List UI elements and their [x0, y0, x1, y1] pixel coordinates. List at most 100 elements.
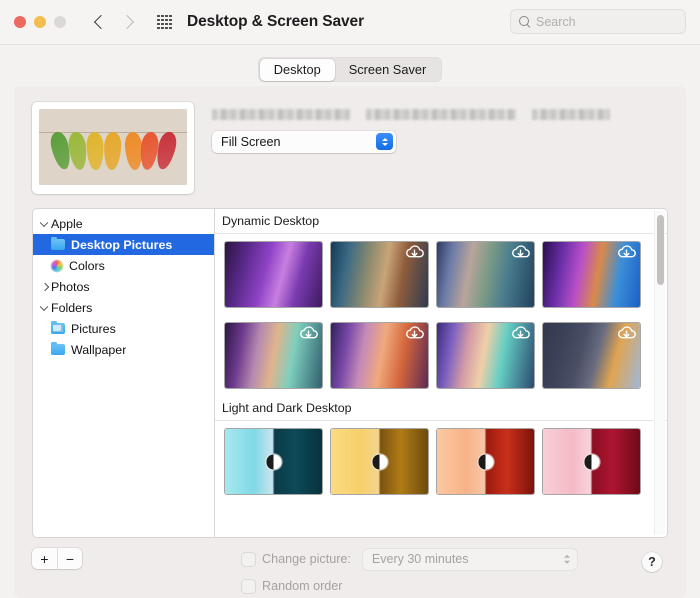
- gallery-row: [215, 421, 667, 502]
- stepper-updown-icon[interactable]: [376, 133, 393, 151]
- random-order-checkbox[interactable]: [242, 579, 255, 593]
- sidebar-item-label: Desktop Pictures: [71, 237, 173, 252]
- add-remove-folder-group: + −: [32, 548, 82, 569]
- preview-row: Fill Screen: [32, 102, 668, 194]
- stepper-updown-icon-gray: [563, 554, 570, 564]
- leaf-shape: [153, 129, 179, 171]
- wallpaper-thumbnail[interactable]: [225, 323, 322, 388]
- tab-bar: Desktop Screen Saver: [0, 45, 700, 82]
- download-cloud-icon[interactable]: [510, 244, 531, 261]
- light-dark-badge-icon: [266, 454, 281, 469]
- fill-mode-popup[interactable]: Fill Screen: [212, 131, 396, 153]
- gallery-content: Dynamic Desktop Light and Dark Desktop: [215, 209, 667, 537]
- download-cloud-icon[interactable]: [404, 244, 425, 261]
- download-cloud-icon: [618, 245, 636, 258]
- wallpaper-thumbnail[interactable]: [331, 429, 428, 494]
- wallpaper-thumbnail[interactable]: [437, 429, 534, 494]
- wallpaper-thumbnail[interactable]: [331, 242, 428, 307]
- redacted-text-block: [532, 108, 610, 120]
- download-cloud-icon[interactable]: [616, 244, 637, 261]
- download-cloud-icon: [512, 245, 530, 258]
- leaf-shape: [67, 130, 89, 171]
- wallpaper-thumbnail[interactable]: [543, 242, 640, 307]
- folder-icon: [51, 341, 65, 355]
- download-cloud-icon[interactable]: [298, 325, 319, 342]
- redacted-picture-name: [212, 108, 668, 120]
- search-input[interactable]: [536, 14, 677, 29]
- gallery-row: [215, 234, 667, 315]
- search-field[interactable]: [510, 9, 686, 34]
- desktop-preview-frame[interactable]: [32, 102, 194, 194]
- zoom-button[interactable]: [54, 16, 66, 28]
- show-all-icon[interactable]: [156, 14, 173, 31]
- change-picture-checkbox[interactable]: [242, 552, 255, 566]
- random-order-label: Random order: [262, 579, 343, 593]
- browser-row: Apple Desktop Pictures Colors Photos Folders…: [32, 208, 668, 538]
- sidebar-item-folders[interactable]: Folders: [33, 297, 214, 318]
- download-cloud-icon[interactable]: [404, 325, 425, 342]
- picture-info: Fill Screen: [212, 102, 668, 194]
- download-cloud-icon: [406, 245, 424, 258]
- tab-group: Desktop Screen Saver: [258, 57, 442, 82]
- tab-screen-saver[interactable]: Screen Saver: [335, 59, 441, 81]
- gallery-section-header: Dynamic Desktop: [215, 209, 667, 234]
- remove-folder-button[interactable]: −: [57, 548, 82, 569]
- help-button[interactable]: ?: [642, 552, 662, 572]
- download-cloud-icon: [406, 326, 424, 339]
- download-cloud-icon: [618, 326, 636, 339]
- sidebar-item-label: Colors: [69, 258, 105, 273]
- download-cloud-icon: [300, 326, 318, 339]
- gallery-section-header: Light and Dark Desktop: [215, 396, 667, 421]
- system-preferences-window: Desktop & Screen Saver Desktop Screen Sa…: [0, 0, 700, 598]
- wallpaper-thumbnail[interactable]: [225, 242, 322, 307]
- gallery-row: [215, 315, 667, 396]
- sidebar-item-wallpaper[interactable]: Wallpaper: [33, 339, 214, 360]
- wallpaper-thumbnail[interactable]: [543, 429, 640, 494]
- wallpaper-gallery[interactable]: Dynamic Desktop Light and Dark Desktop: [214, 208, 668, 538]
- sidebar-item-apple[interactable]: Apple: [33, 213, 214, 234]
- change-interval-popup[interactable]: Every 30 minutes: [362, 548, 577, 570]
- change-picture-label: Change picture:: [262, 552, 351, 566]
- desktop-settings-panel: Fill Screen Apple Desktop Pictures Colors P…: [14, 86, 686, 598]
- wallpaper-thumbnail[interactable]: [437, 323, 534, 388]
- navigation-arrows: [94, 16, 134, 29]
- light-dark-badge-icon: [372, 454, 387, 469]
- light-dark-badge-icon: [584, 454, 599, 469]
- redacted-text-block: [212, 108, 350, 120]
- rotation-options: Change picture: Every 30 minutes Random …: [242, 548, 577, 596]
- add-folder-button[interactable]: +: [32, 548, 57, 569]
- sidebar-item-colors[interactable]: Colors: [33, 255, 214, 276]
- vertical-scrollbar[interactable]: [654, 211, 665, 535]
- folder-icon: [51, 236, 65, 250]
- wallpaper-thumbnail[interactable]: [331, 323, 428, 388]
- leaf-shape: [103, 131, 122, 171]
- download-cloud-icon[interactable]: [616, 325, 637, 342]
- forward-button[interactable]: [121, 16, 134, 29]
- source-list[interactable]: Apple Desktop Pictures Colors Photos Folders…: [32, 208, 214, 538]
- download-cloud-icon[interactable]: [510, 325, 531, 342]
- minimize-button[interactable]: [34, 16, 46, 28]
- sidebar-item-label: Wallpaper: [71, 342, 127, 357]
- download-cloud-icon: [512, 326, 530, 339]
- random-order-row: Random order: [242, 576, 577, 596]
- window-titlebar: Desktop & Screen Saver: [0, 0, 700, 45]
- sidebar-item-label: Photos: [51, 279, 90, 294]
- back-button[interactable]: [94, 16, 107, 29]
- light-dark-badge-icon: [478, 454, 493, 469]
- sidebar-item-label: Folders: [51, 300, 93, 315]
- wallpaper-thumbnail[interactable]: [437, 242, 534, 307]
- tab-desktop[interactable]: Desktop: [259, 58, 335, 81]
- search-icon: [519, 16, 530, 27]
- bottom-controls: + − Change picture: Every 30 minutes Ran…: [32, 538, 668, 598]
- sidebar-item-photos[interactable]: Photos: [33, 276, 214, 297]
- scrollbar-thumb[interactable]: [657, 215, 664, 285]
- redacted-text-block: [366, 108, 516, 120]
- leaf-shape: [86, 131, 105, 171]
- wallpaper-thumbnail[interactable]: [225, 429, 322, 494]
- close-button[interactable]: [14, 16, 26, 28]
- sidebar-item-desktop-pictures[interactable]: Desktop Pictures: [33, 234, 214, 255]
- photo-folder-icon: [51, 320, 65, 334]
- wallpaper-thumbnail[interactable]: [543, 323, 640, 388]
- sidebar-item-label: Pictures: [71, 321, 116, 336]
- sidebar-item-pictures[interactable]: Pictures: [33, 318, 214, 339]
